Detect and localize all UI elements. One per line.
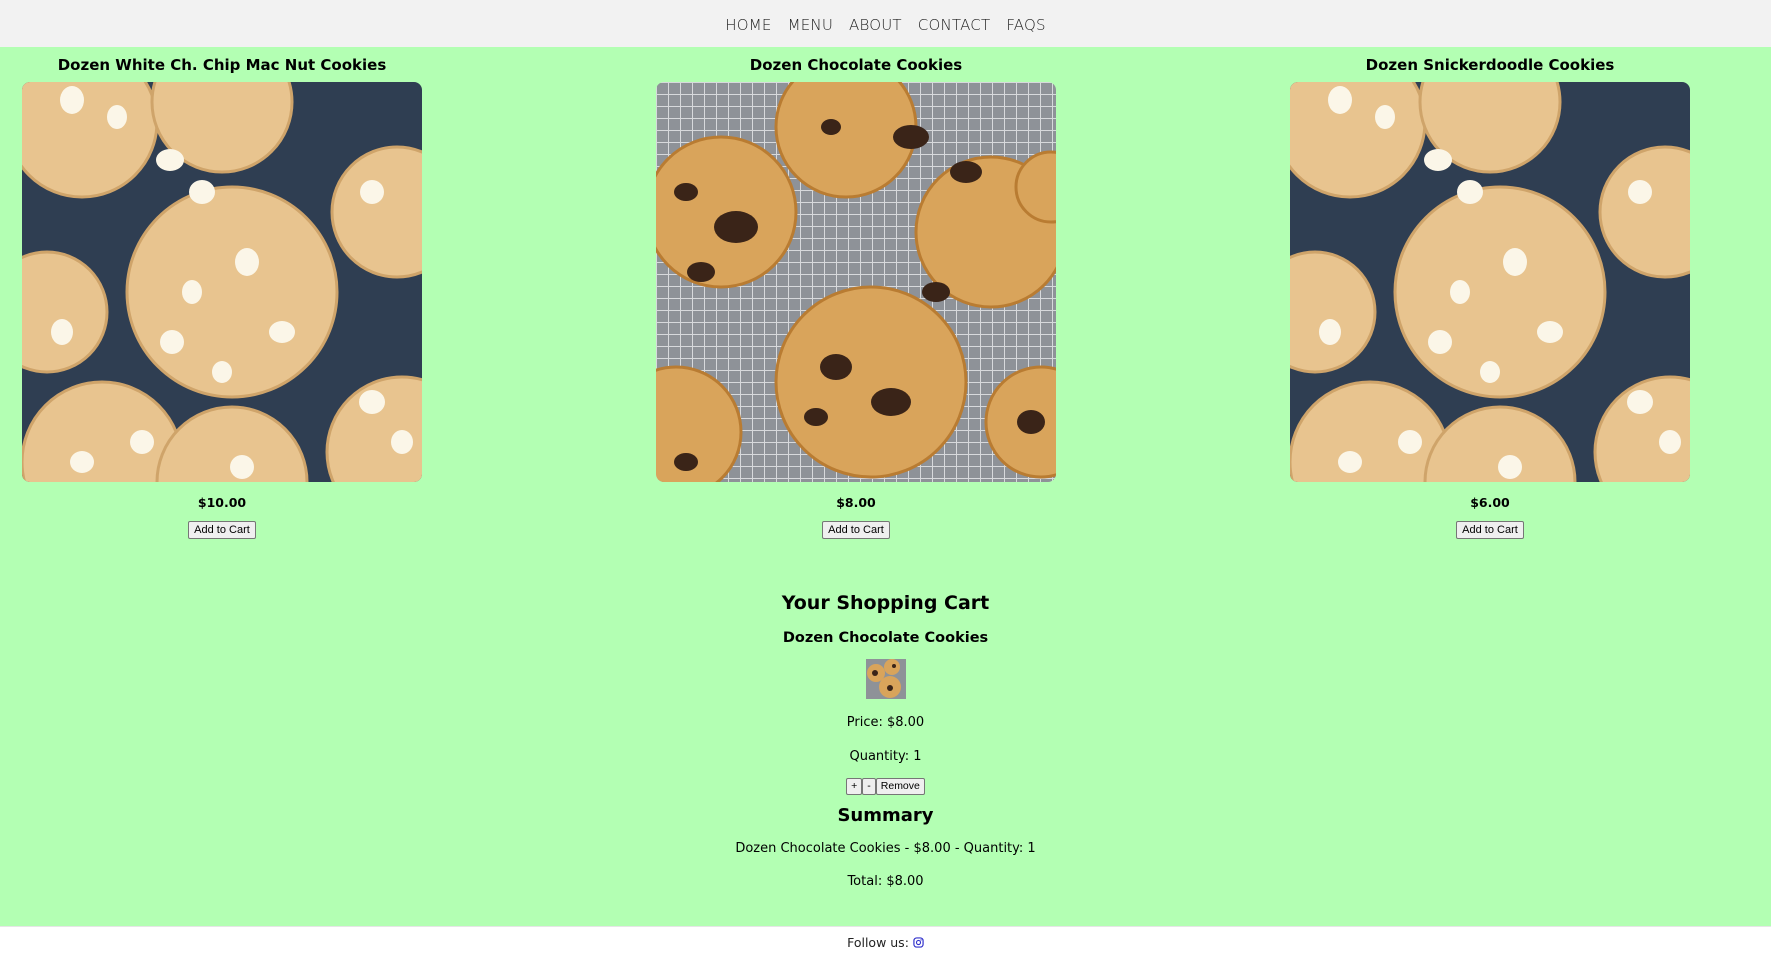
cart-item-thumbnail — [865, 659, 906, 699]
follow-us-label: Follow us: — [847, 934, 909, 950]
nav-link-faqs[interactable]: FAQS — [998, 16, 1053, 34]
nav-link-contact[interactable]: CONTACT — [910, 16, 999, 34]
add-to-cart-button[interactable]: Add to Cart — [1456, 521, 1524, 539]
main-content: Dozen White Ch. Chip Mac Nut Cookies $10… — [0, 47, 1771, 926]
summary-heading: Summary — [837, 805, 934, 826]
increase-quantity-button[interactable]: + — [846, 778, 863, 795]
nav-link-home[interactable]: HOME — [717, 16, 779, 34]
decrease-quantity-button[interactable]: - — [862, 778, 876, 795]
product-price: $8.00 — [836, 495, 876, 510]
summary-line: Dozen Chocolate Cookies - $8.00 - Quanti… — [735, 841, 1036, 856]
product-title: Dozen White Ch. Chip Mac Nut Cookies — [57, 56, 387, 74]
cart-item-quantity: Quantity: 1 — [849, 749, 922, 764]
cart-total: Total: $8.00 — [847, 874, 924, 889]
cart-heading: Your Shopping Cart — [781, 592, 990, 614]
instagram-icon[interactable] — [913, 936, 924, 948]
cart-item-actions: + - Remove — [0, 778, 1771, 795]
product-card: Dozen Chocolate Cookies $8.00 Add to Car… — [656, 47, 1056, 539]
cookie-photo — [656, 82, 1056, 482]
product-title: Dozen Chocolate Cookies — [749, 56, 963, 74]
shopping-cart: Your Shopping Cart Dozen Chocolate Cooki… — [0, 591, 1771, 890]
product-price: $6.00 — [1470, 495, 1510, 510]
product-price: $10.00 — [197, 495, 247, 510]
remove-item-button[interactable]: Remove — [875, 778, 925, 795]
nav-link-about[interactable]: ABOUT — [841, 16, 910, 34]
product-card: Dozen White Ch. Chip Mac Nut Cookies $10… — [22, 47, 422, 539]
product-title: Dozen Snickerdoodle Cookies — [1365, 56, 1615, 74]
add-to-cart-button[interactable]: Add to Cart — [188, 521, 256, 539]
product-image-white-chocolate-macadamia — [22, 82, 422, 482]
cookie-photo — [22, 82, 422, 482]
nav-link-menu[interactable]: MENU — [780, 16, 841, 34]
cookie-photo — [1290, 82, 1690, 482]
product-card: Dozen Snickerdoodle Cookies $6.00 Add to… — [1290, 47, 1690, 539]
footer: Follow us: — [0, 926, 1771, 957]
product-image-snickerdoodle — [1290, 82, 1690, 482]
cart-item-title: Dozen Chocolate Cookies — [782, 630, 989, 646]
top-navigation: HOME MENU ABOUT CONTACT FAQS — [0, 0, 1771, 47]
cart-item-price: Price: $8.00 — [846, 715, 925, 730]
add-to-cart-button[interactable]: Add to Cart — [822, 521, 890, 539]
product-image-chocolate-chip — [656, 82, 1056, 482]
